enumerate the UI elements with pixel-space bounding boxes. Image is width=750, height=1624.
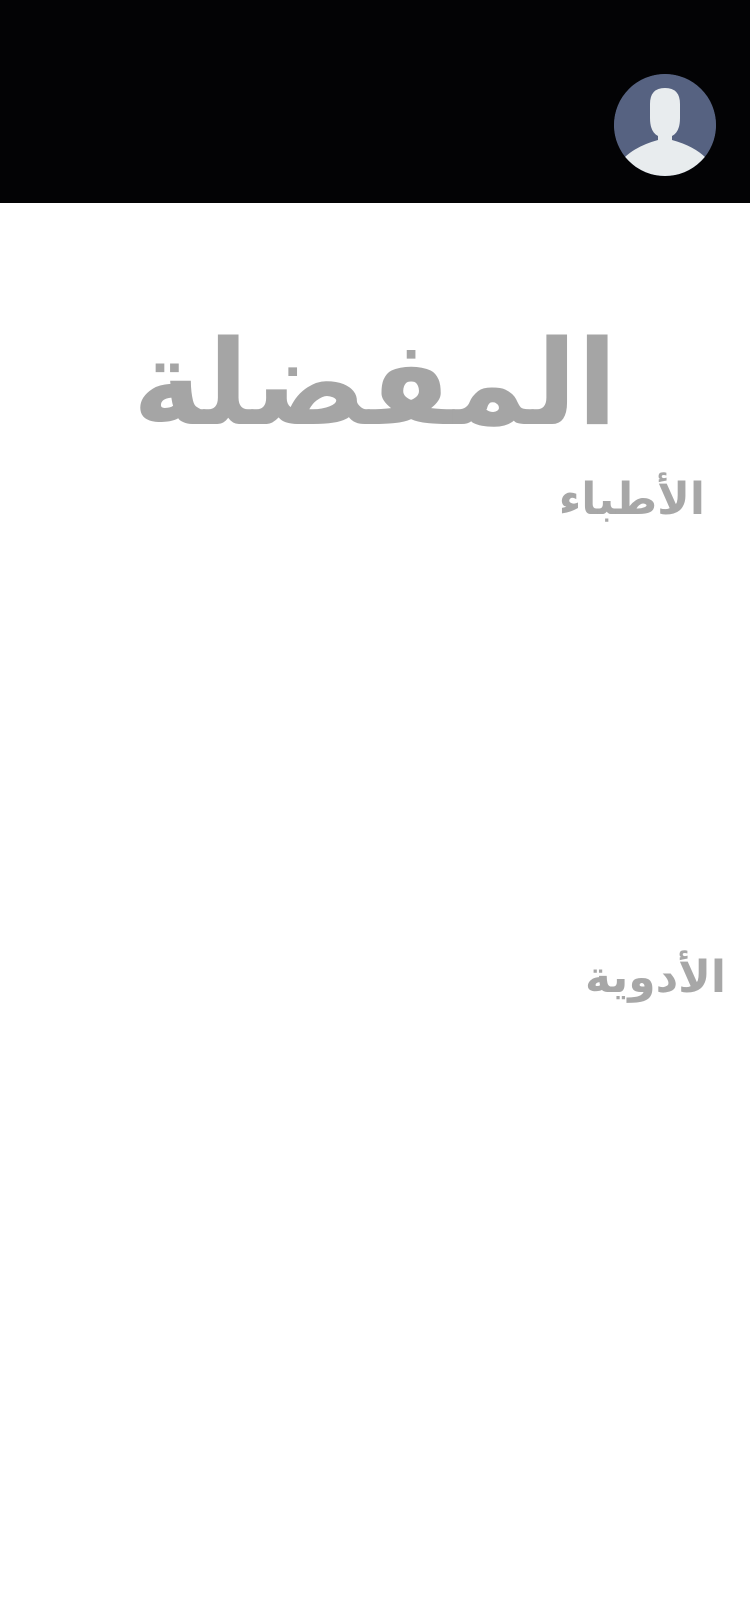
page-title: المفضلة <box>132 314 618 452</box>
medicines-favorites-list <box>0 1020 750 1600</box>
doctors-section-heading: الأطباء <box>558 474 705 525</box>
user-silhouette-icon <box>614 74 716 176</box>
profile-avatar-button[interactable] <box>614 74 716 176</box>
doctors-favorites-list <box>0 540 750 920</box>
top-bar <box>0 0 750 203</box>
favorites-screen: المفضلة الأطباء الأدوية <box>0 0 750 1624</box>
medicines-section-heading: الأدوية <box>585 952 726 1003</box>
